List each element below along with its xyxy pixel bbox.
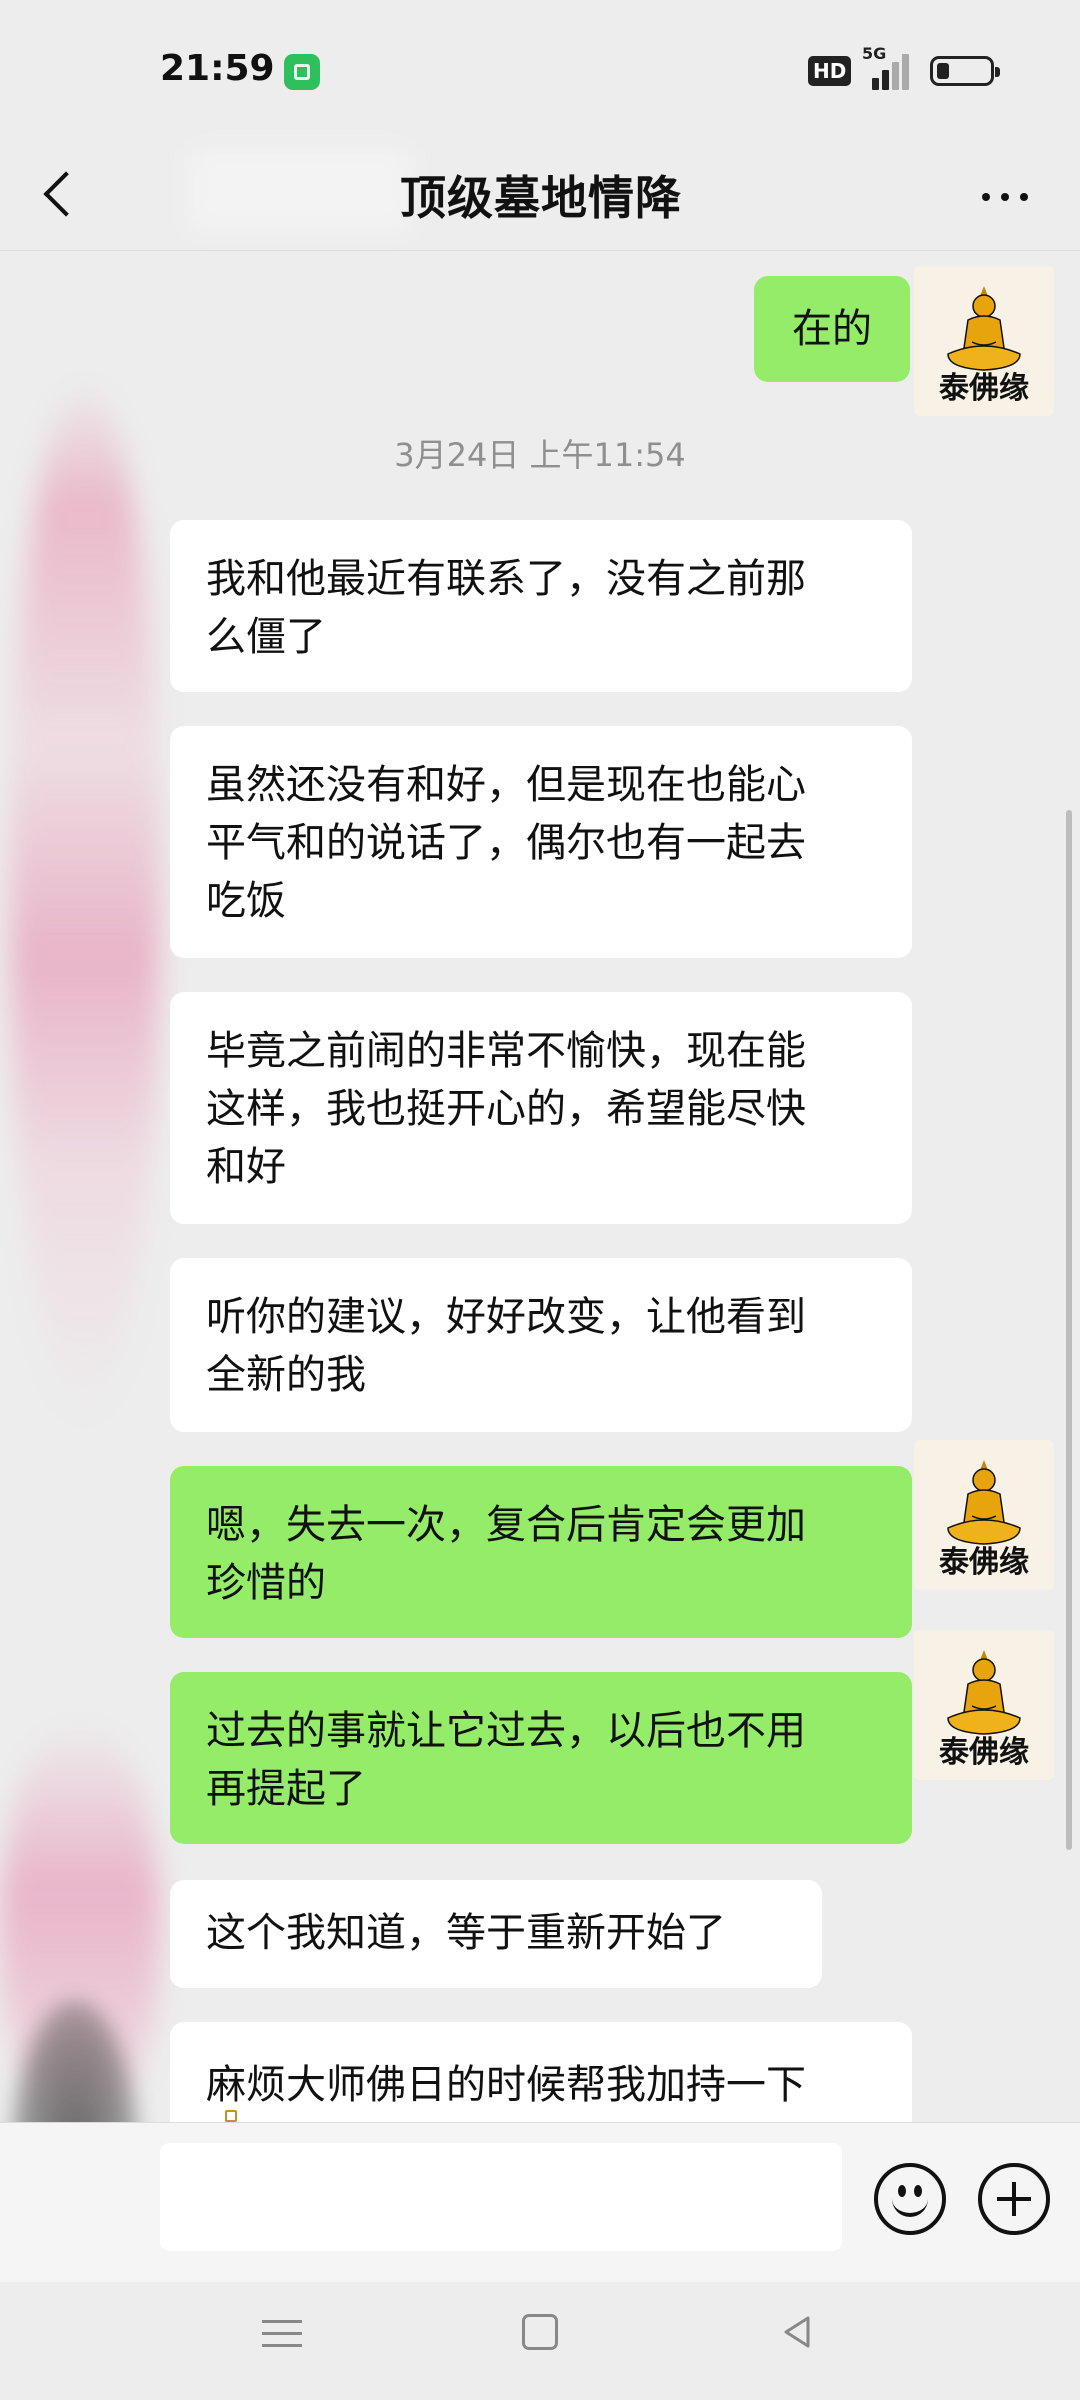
signal-icon: 5G xyxy=(862,44,912,90)
golden-buddha-image xyxy=(947,1650,1021,1735)
network-label: 5G xyxy=(862,44,887,63)
message-line: 过去的事就让它过去，以后也不用 xyxy=(206,1708,806,1754)
message-line: 么僵了 xyxy=(206,614,326,660)
header-divider xyxy=(0,250,1080,251)
message-line: 嗯，失去一次，复合后肯定会更加 xyxy=(206,1502,806,1548)
incoming-message[interactable]: 这个我知道，等于重新开始了 xyxy=(170,1880,822,1988)
avatar-label: 泰佛缘 xyxy=(939,1735,1029,1770)
outgoing-message[interactable]: 在的 xyxy=(754,276,910,382)
menu-lines-icon[interactable] xyxy=(262,2314,302,2354)
incoming-message[interactable]: 毕竟之前闹的非常不愉快，现在能 这样，我也挺开心的，希望能尽快 和好 xyxy=(170,992,912,1224)
back-chevron-icon[interactable] xyxy=(28,158,98,228)
status-time: 21:59 xyxy=(160,48,275,89)
message-line: 吃饭 xyxy=(206,878,286,924)
avatar[interactable]: 泰佛缘 xyxy=(914,266,1054,416)
title-blur-mask xyxy=(190,150,410,230)
message-line: 虽然还没有和好，但是现在也能心 xyxy=(206,762,806,808)
system-nav-bar xyxy=(0,2282,1080,2400)
small-orange-marker xyxy=(225,2110,237,2122)
more-dots-icon[interactable] xyxy=(970,160,1040,230)
message-line: 平气和的说话了，偶尔也有一起去 xyxy=(206,820,806,866)
message-line: 再提起了 xyxy=(206,1766,366,1812)
outgoing-message[interactable]: 过去的事就让它过去，以后也不用 再提起了 xyxy=(170,1672,912,1844)
home-square-icon[interactable] xyxy=(522,2314,558,2350)
green-app-icon xyxy=(284,54,320,90)
avatar[interactable]: 泰佛缘 xyxy=(914,1440,1054,1590)
input-bar xyxy=(0,2122,1080,2283)
status-bar: 21:59 HD 5G xyxy=(0,0,1080,140)
incoming-message[interactable]: 听你的建议，好好改变，让他看到 全新的我 xyxy=(170,1258,912,1432)
emoji-smile-icon[interactable] xyxy=(874,2163,946,2235)
message-line: 毕竟之前闹的非常不愉快，现在能 xyxy=(206,1028,806,1074)
chat-scrollbar[interactable] xyxy=(1066,810,1072,1850)
avatar[interactable]: 泰佛缘 xyxy=(914,1630,1054,1780)
golden-buddha-image xyxy=(947,286,1021,371)
message-line: 我和他最近有联系了，没有之前那 xyxy=(206,556,806,602)
message-text: 这个我知道，等于重新开始了 xyxy=(206,1910,726,1956)
avatar-label: 泰佛缘 xyxy=(939,1545,1029,1580)
message-text: 麻烦大师佛日的时候帮我加持一下 xyxy=(206,2062,806,2108)
chat-header: 顶级墓地情降 xyxy=(0,140,1080,250)
golden-buddha-image xyxy=(947,1460,1021,1545)
message-line: 听你的建议，好好改变，让他看到 xyxy=(206,1294,806,1340)
battery-low-icon xyxy=(930,56,1000,86)
incoming-message[interactable]: 虽然还没有和好，但是现在也能心 平气和的说话了，偶尔也有一起去 吃饭 xyxy=(170,726,912,958)
message-input[interactable] xyxy=(160,2143,842,2251)
pink-brush-decoration-lower xyxy=(0,1720,160,2140)
hd-badge: HD xyxy=(808,56,852,86)
outgoing-message[interactable]: 嗯，失去一次，复合后肯定会更加 珍惜的 xyxy=(170,1466,912,1638)
pink-brush-decoration xyxy=(10,380,160,1430)
message-line: 珍惜的 xyxy=(206,1560,326,1606)
message-text: 在的 xyxy=(792,306,872,352)
message-line: 和好 xyxy=(206,1144,286,1190)
incoming-message[interactable]: 我和他最近有联系了，没有之前那 么僵了 xyxy=(170,520,912,692)
message-line: 这样，我也挺开心的，希望能尽快 xyxy=(206,1086,806,1132)
back-triangle-icon[interactable] xyxy=(778,2312,818,2352)
avatar-label: 泰佛缘 xyxy=(939,371,1029,406)
chat-title: 顶级墓地情降 xyxy=(400,171,682,225)
message-line: 全新的我 xyxy=(206,1352,366,1398)
plus-circle-icon[interactable] xyxy=(978,2163,1050,2235)
timestamp: 3月24日 上午11:54 xyxy=(394,436,686,474)
